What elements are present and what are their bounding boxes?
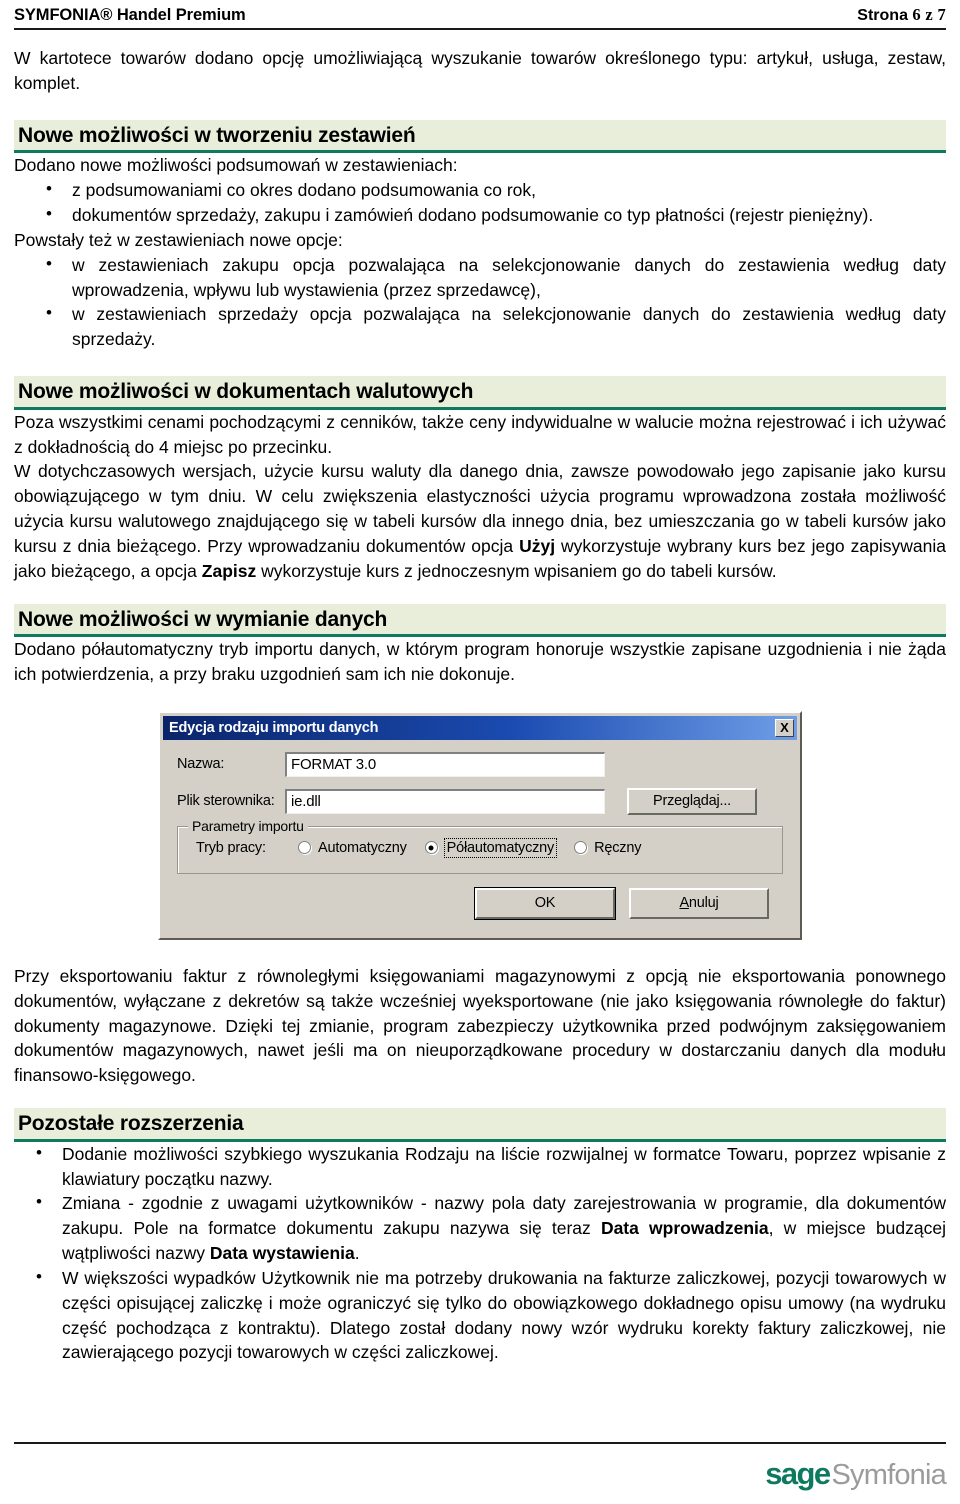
footer-divider xyxy=(14,1442,946,1444)
header-page-label: Strona xyxy=(857,7,908,24)
section-heading-wymiana: Nowe możliwości w wymianie danych xyxy=(14,603,946,638)
after-dialog-paragraph: Przy eksportowaniu faktur z równoległymi… xyxy=(14,965,946,1086)
list-item: Dodanie możliwości szybkiego wyszukania … xyxy=(14,1141,946,1192)
symfonia-wordmark: Symfonia xyxy=(831,1459,947,1491)
sage-symfonia-logo: sageSymfonia xyxy=(14,1456,947,1491)
import-type-edit-dialog: Edycja rodzaju importu danych X Nazwa: F… xyxy=(158,710,802,940)
section3-paragraph: Dodano półautomatyczny tryb importu dany… xyxy=(14,639,946,685)
ok-button[interactable]: OK xyxy=(474,886,616,920)
section2-text-d: wykorzystuje kurs z jednoczesnym wpisani… xyxy=(256,560,777,581)
radio-polautomatyczny[interactable]: Półautomatyczny xyxy=(424,837,558,858)
list-item: w zestawieniach zakupu opcja pozwalająca… xyxy=(14,252,946,303)
work-mode-radio-row: Tryb pracy: Automatyczny Półautomatyczny… xyxy=(190,837,772,858)
b2-text-c: . xyxy=(354,1243,360,1264)
nazwa-label: Nazwa: xyxy=(177,756,225,773)
dialog-screenshot-wrapper: Edycja rodzaju importu danych X Nazwa: F… xyxy=(14,710,946,940)
dialog-row-nazwa: Nazwa: FORMAT 3.0 xyxy=(177,751,783,777)
radio-reczny[interactable]: Ręczny xyxy=(574,840,641,856)
dialog-title: Edycja rodzaju importu danych xyxy=(169,719,379,736)
section1-bullet-list: z podsumowaniami co okres dodano podsumo… xyxy=(14,177,946,228)
section1-lead2: Powstały też w zestawieniach nowe opcje: xyxy=(14,229,343,250)
header-page-numbers: 6 z 7 xyxy=(912,5,946,24)
section1-bullet-list-2: w zestawieniach zakupu opcja pozwalająca… xyxy=(14,252,946,352)
section2-paragraph-2: W dotychczasowych wersjach, użycie kursu… xyxy=(14,459,946,583)
b2-bold-data-wystawienia: Data wystawienia xyxy=(209,1243,355,1264)
list-item: w zestawieniach sprzedaży opcja pozwalaj… xyxy=(14,301,946,352)
radio-reczny-label: Ręczny xyxy=(594,839,642,856)
list-item: W większości wypadków Użytkownik nie ma … xyxy=(14,1265,946,1365)
section2-bold-zapisz: Zapisz xyxy=(201,560,257,581)
b2-bold-data-wprowadzenia: Data wprowadzenia xyxy=(600,1218,769,1239)
radio-automatyczny-label: Automatyczny xyxy=(318,839,407,856)
nazwa-input[interactable]: FORMAT 3.0 xyxy=(285,751,605,777)
page-footer: sageSymfonia xyxy=(14,1442,947,1491)
cancel-button[interactable]: Anuluj xyxy=(629,887,769,919)
browse-button[interactable]: Przeglądaj... xyxy=(627,787,757,815)
plik-sterownika-input[interactable]: ie.dll xyxy=(285,788,605,814)
import-parameters-legend: Parametry importu xyxy=(188,817,308,834)
cancel-accel-letter: A xyxy=(679,895,689,912)
work-mode-label: Tryb pracy: xyxy=(196,839,266,856)
sage-wordmark: sage xyxy=(765,1456,831,1491)
document-page: SYMFONIA® Handel Premium Strona 6 z 7 W … xyxy=(0,0,960,1504)
dialog-body: Nazwa: FORMAT 3.0 Plik sterownika: ie.dl… xyxy=(163,740,797,933)
section-heading-pozostale: Pozostałe rozszerzenia xyxy=(14,1108,946,1142)
list-item: z podsumowaniami co okres dodano podsumo… xyxy=(14,177,946,203)
radio-button-icon[interactable] xyxy=(574,841,588,855)
cancel-rest-letters: nuluj xyxy=(688,895,719,912)
section2-bold-uzyj: Użyj xyxy=(519,535,556,556)
plik-sterownika-label: Plik sterownika: xyxy=(177,793,275,810)
radio-automatyczny[interactable]: Automatyczny xyxy=(298,840,407,856)
section1-lead: Dodano nowe możliwości podsumowań w zest… xyxy=(14,155,458,176)
import-parameters-group: Parametry importu Tryb pracy: Automatycz… xyxy=(177,817,783,874)
pozostale-bullet-list: Dodanie możliwości szybkiego wyszukania … xyxy=(14,1141,946,1366)
section2-paragraph-1: Poza wszystkimi cenami pochodzącymi z ce… xyxy=(14,411,946,457)
close-icon[interactable]: X xyxy=(775,718,794,737)
intro-paragraph: W kartotece towarów dodano opcję umożliw… xyxy=(14,48,946,93)
header-product-name: SYMFONIA® Handel Premium xyxy=(14,6,246,24)
section-heading-zestawienia: Nowe możliwości w tworzeniu zestawień xyxy=(14,119,946,154)
radio-polautomatyczny-label: Półautomatyczny xyxy=(443,837,558,858)
list-item: Zmiana - zgodnie z uwagami użytkowników … xyxy=(14,1190,946,1266)
section-heading-walutowe: Nowe możliwości w dokumentach walutowych xyxy=(14,376,946,410)
dialog-footer: OK Anuluj xyxy=(177,874,783,927)
radio-button-icon[interactable] xyxy=(298,841,311,855)
page-header: SYMFONIA® Handel Premium Strona 6 z 7 xyxy=(14,0,946,30)
header-page-indicator: Strona 6 z 7 xyxy=(857,5,946,25)
dialog-row-plik-sterownika: Plik sterownika: ie.dll Przeglądaj... xyxy=(177,787,783,815)
list-item: dokumentów sprzedaży, zakupu i zamówień … xyxy=(14,202,946,228)
radio-button-selected-icon[interactable] xyxy=(424,841,438,855)
dialog-titlebar: Edycja rodzaju importu danych X xyxy=(163,715,797,740)
